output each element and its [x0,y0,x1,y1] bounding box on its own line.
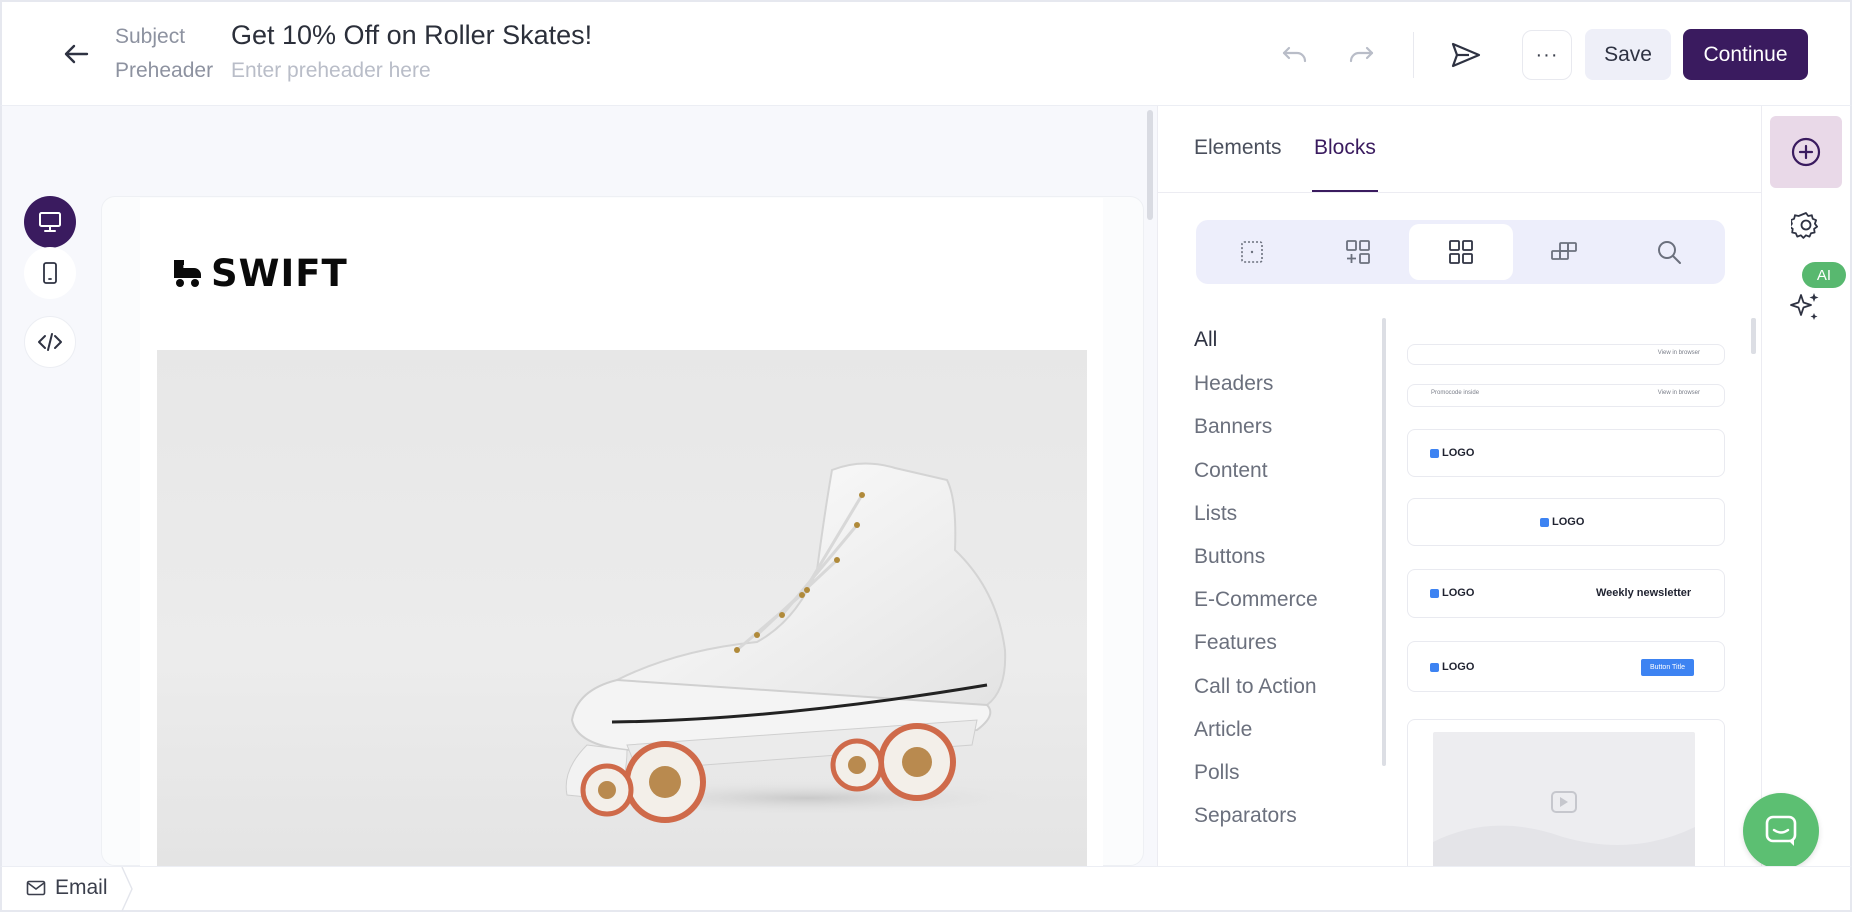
breadcrumb-separator-icon [121,867,133,911]
category-features[interactable]: Features [1194,631,1277,655]
breadcrumb[interactable]: Email [26,876,108,900]
email-logo[interactable]: SWIFT [171,251,348,295]
block-thumb-text: LOGO [1442,661,1475,673]
block-thumb-logo-button[interactable]: LOGO Button Title [1407,641,1725,692]
category-polls[interactable]: Polls [1194,761,1240,785]
modules-icon [1551,242,1577,260]
block-thumb-logo: LOGO [1430,661,1474,673]
support-chat-button[interactable] [1743,793,1819,869]
category-scrollbar[interactable] [1382,318,1386,766]
category-headers[interactable]: Headers [1194,372,1273,396]
roller-skate-logo-icon [174,260,201,287]
back-button[interactable] [54,36,98,72]
block-thumb-text: Promocode inside [1431,390,1480,396]
mobile-icon [43,262,57,284]
block-thumb-logo: LOGO [1430,447,1474,459]
block-thumb-text: Weekly newsletter [1596,587,1692,599]
preheader-input[interactable] [231,56,831,86]
seg-empty-structure[interactable] [1200,224,1304,280]
block-source-switcher [1196,220,1725,284]
right-rail: AI [1761,106,1852,866]
category-separators[interactable]: Separators [1194,804,1297,828]
dotted-grid-icon [1241,241,1263,263]
settings-button[interactable] [1788,207,1824,243]
block-thumb-text: LOGO [1552,516,1585,528]
subject-input[interactable]: Get 10% Off on Roller Skates! [231,20,592,51]
grid-icon [1449,240,1473,264]
desktop-view-button[interactable] [24,196,76,248]
status-bar: Email [0,866,1852,912]
breadcrumb-email: Email [55,876,108,899]
seg-search[interactable] [1617,224,1721,280]
play-icon [1433,791,1695,872]
redo-icon [1349,46,1374,63]
toolbar-divider [1413,32,1414,78]
tab-elements[interactable]: Elements [1194,136,1282,160]
add-content-button[interactable] [1770,116,1842,188]
mobile-view-button[interactable] [24,247,76,299]
block-thumb-logo: LOGO [1430,587,1474,599]
subject-label: Subject [115,25,186,48]
logo-lock-icon [1430,448,1439,458]
seg-add-modules[interactable] [1306,224,1410,280]
block-thumb-view-in-browser[interactable]: View in browser [1407,344,1725,365]
roller-skate-image [565,462,1037,823]
canvas-scrollbar[interactable] [1147,110,1153,220]
logo-lock-icon [1540,517,1549,527]
category-article[interactable]: Article [1194,718,1252,742]
chat-icon [1765,815,1797,846]
code-view-button[interactable] [24,316,76,368]
block-thumb-promocode[interactable]: Promocode inside View in browser [1407,384,1725,407]
video-placeholder [1433,732,1695,872]
block-thumb-text: LOGO [1442,447,1475,459]
blocks-scrollbar[interactable] [1751,318,1756,354]
editor-header: Subject Preheader Get 10% Off on Roller … [0,0,1852,106]
ai-assistant-button[interactable] [1784,286,1826,328]
save-button[interactable]: Save [1585,29,1671,80]
logo-text: SWIFT [211,251,348,295]
tab-blocks[interactable]: Blocks [1314,136,1376,160]
desktop-icon [39,212,61,232]
block-thumb-video[interactable] [1407,719,1725,872]
undo-button[interactable] [1275,38,1315,72]
arrow-left-icon [64,44,89,64]
block-thumb-text: View in browser [1657,390,1700,396]
block-thumb-text: LOGO [1442,587,1475,599]
category-lists[interactable]: Lists [1194,502,1237,526]
undo-icon [1282,46,1307,63]
ai-badge: AI [1802,262,1846,288]
category-content[interactable]: Content [1194,459,1268,483]
redo-button[interactable] [1341,38,1381,72]
category-call-to-action[interactable]: Call to Action [1194,675,1317,699]
send-icon [1451,42,1481,68]
block-thumb-logo-center[interactable]: LOGO [1407,498,1725,546]
gear-icon [1791,212,1818,239]
seg-blocks[interactable] [1409,224,1513,280]
logo-lock-icon [1430,588,1439,598]
block-thumb-button: Button Title [1641,659,1694,676]
search-icon [1658,241,1681,264]
more-options-button[interactable]: ··· [1522,30,1572,80]
continue-button[interactable]: Continue [1683,29,1808,80]
block-thumb-text: View in browser [1657,350,1700,356]
grid-plus-icon [1346,240,1370,264]
block-thumb-logo-newsletter[interactable]: LOGO Weekly newsletter [1407,569,1725,618]
mail-icon [26,880,46,896]
block-thumb-logo: LOGO [1540,516,1584,528]
category-buttons[interactable]: Buttons [1194,545,1265,569]
hero-image[interactable] [157,350,1087,866]
blocks-panel: Elements Blocks All Headers Banners Cont… [1157,106,1762,872]
code-icon [38,333,62,351]
seg-saved-modules[interactable] [1512,224,1616,280]
category-e-commerce[interactable]: E-Commerce [1194,588,1318,612]
block-thumb-logo-left[interactable]: LOGO [1407,429,1725,477]
logo-lock-icon [1430,662,1439,672]
sparkles-icon [1790,293,1819,320]
category-banners[interactable]: Banners [1194,415,1272,439]
preheader-label: Preheader [115,59,214,82]
send-test-button[interactable] [1444,34,1488,76]
panel-divider [1158,192,1762,193]
plus-circle-icon [1791,137,1821,167]
category-all[interactable]: All [1194,328,1217,352]
